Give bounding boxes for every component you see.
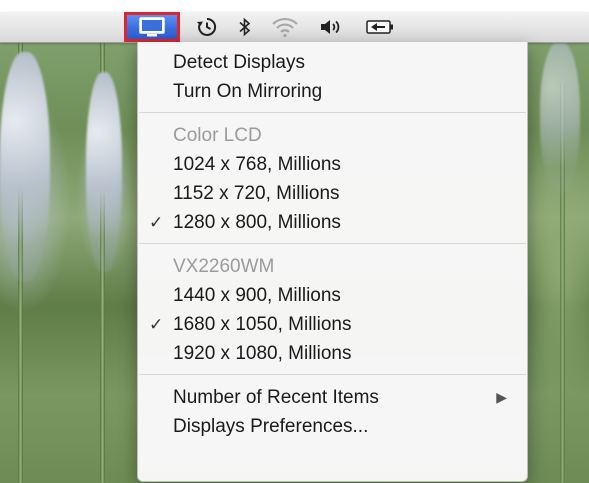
resolution-label: 1280 x 800, Millions — [173, 212, 341, 233]
color-lcd-section: Color LCD 1024 x 768, Millions 1152 x 72… — [138, 113, 527, 243]
checkmark-icon: ✓ — [149, 315, 164, 334]
display-header-vx2260wm: VX2260WM — [173, 256, 275, 277]
bluetooth-icon — [239, 17, 251, 37]
resolution-item-selected[interactable]: ✓ 1280 x 800, Millions — [138, 208, 527, 237]
resolution-label: 1024 x 768, Millions — [173, 154, 341, 175]
resolution-label: 1440 x 900, Millions — [173, 285, 341, 306]
wifi-menu-extra[interactable] — [268, 12, 302, 42]
turn-on-mirroring-item[interactable]: Turn On Mirroring — [138, 77, 527, 106]
recent-items-label: Number of Recent Items — [173, 387, 379, 408]
resolution-item-selected[interactable]: ✓ 1680 x 1050, Millions — [138, 310, 527, 339]
footer-section: Number of Recent Items ▶ Displays Prefer… — [138, 375, 527, 447]
battery-menu-extra[interactable] — [360, 12, 400, 42]
displays-menu-extra[interactable] — [124, 12, 180, 42]
wifi-icon — [272, 17, 298, 38]
battery-icon — [366, 20, 393, 34]
resolution-label: 1920 x 1080, Millions — [173, 343, 352, 364]
wallpaper-flower — [0, 52, 50, 282]
resolution-item[interactable]: 1440 x 900, Millions — [138, 281, 527, 310]
time-machine-menu-extra[interactable] — [190, 12, 224, 42]
displays-preferences-item[interactable]: Displays Preferences... — [138, 412, 527, 441]
displays-icon — [139, 17, 165, 37]
submenu-arrow-icon: ▶ — [496, 389, 507, 405]
display-header-color-lcd: Color LCD — [173, 125, 262, 146]
checkmark-icon: ✓ — [149, 213, 164, 232]
screen-top-border — [0, 0, 589, 12]
resolution-item[interactable]: 1920 x 1080, Millions — [138, 339, 527, 368]
resolution-item[interactable]: 1152 x 720, Millions — [138, 179, 527, 208]
resolution-label: 1152 x 720, Millions — [173, 183, 340, 204]
volume-menu-extra[interactable] — [314, 12, 348, 42]
menu-bar — [0, 12, 589, 43]
resolution-item[interactable]: 1024 x 768, Millions — [138, 150, 527, 179]
volume-icon — [321, 20, 340, 34]
displays-dropdown-menu: Detect Displays Turn On Mirroring Color … — [137, 42, 528, 482]
number-of-recent-items-item[interactable]: Number of Recent Items ▶ — [138, 383, 527, 412]
detect-displays-item[interactable]: Detect Displays — [138, 48, 527, 77]
resolution-label: 1680 x 1050, Millions — [173, 314, 352, 335]
actions-section: Detect Displays Turn On Mirroring — [138, 42, 527, 112]
wallpaper-flower — [540, 42, 580, 192]
bluetooth-menu-extra[interactable] — [232, 12, 258, 42]
vx2260wm-section: VX2260WM 1440 x 900, Millions ✓ 1680 x 1… — [138, 244, 527, 374]
wallpaper-flower — [86, 72, 122, 272]
time-machine-icon — [197, 17, 217, 36]
